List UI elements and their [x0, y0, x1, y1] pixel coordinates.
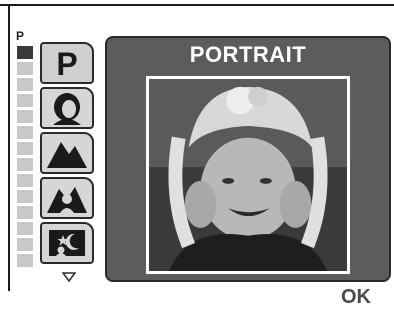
mode-indicator-cell [17, 78, 33, 91]
mode-indicator-cell [17, 190, 33, 203]
select-arrow-icon [187, 291, 203, 305]
mode-indicator-cell [17, 126, 33, 139]
mode-indicator-cell [17, 174, 33, 187]
go-arrow-icon [311, 291, 327, 305]
mode-indicator-cell [17, 158, 33, 171]
mode-indicator-cell [17, 254, 33, 267]
landscape-portrait-icon [47, 187, 87, 213]
up-down-button-icon[interactable] [205, 286, 223, 310]
program-p-icon: P [56, 46, 77, 80]
frame-left-border [8, 4, 10, 291]
night-scene-icon [49, 230, 85, 256]
scene-program-button[interactable]: P [40, 42, 94, 84]
svg-text:P: P [56, 46, 77, 80]
panel-title: PORTRAIT [189, 42, 307, 67]
scene-portrait-button[interactable] [40, 87, 94, 129]
scene-landscape-portrait-button[interactable] [40, 177, 94, 219]
portrait-icon [53, 93, 81, 125]
mode-indicator-cell [17, 222, 33, 235]
ok-button[interactable]: OK [331, 284, 381, 310]
mode-indicator-cell [17, 62, 33, 75]
scroll-down-arrow-icon[interactable] [62, 272, 76, 282]
scene-icon-column: P [40, 42, 98, 267]
frame-top-border [0, 4, 394, 6]
mode-indicator-cell [17, 46, 33, 59]
mode-indicator-cell [17, 206, 33, 219]
mode-indicator-cell [17, 142, 33, 155]
go-label: GO [278, 286, 307, 306]
scene-sample-photo [146, 76, 350, 274]
scene-preview-panel: PORTRAIT SELECT GO OK [105, 36, 391, 310]
mode-letter: P [16, 29, 25, 43]
mode-indicator-cell [17, 110, 33, 123]
mode-indicator-cell [17, 238, 33, 251]
mode-indicator-column [17, 46, 35, 270]
landscape-icon [47, 142, 87, 168]
scene-night-button[interactable] [40, 222, 94, 264]
mode-indicator-cell [17, 94, 33, 107]
scene-landscape-button[interactable] [40, 132, 94, 174]
panel-controls-row: SELECT GO OK [121, 283, 381, 313]
